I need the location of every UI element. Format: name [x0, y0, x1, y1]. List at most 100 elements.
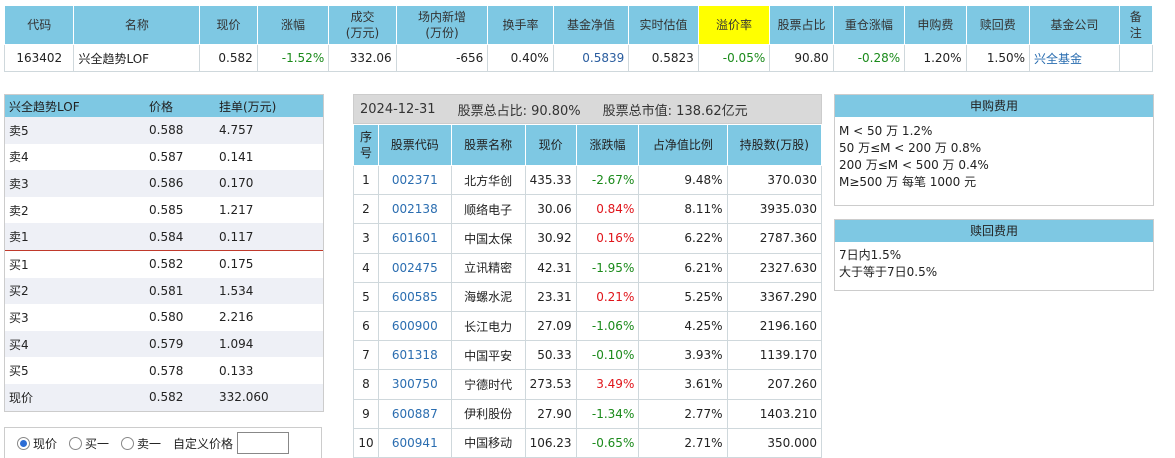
order-amount: 0.175 — [219, 257, 254, 272]
holding-name: 宁德时代 — [450, 369, 526, 400]
col-header-turnover[interactable]: 换手率 — [487, 5, 554, 45]
col-header-code[interactable]: 代码 — [3, 5, 75, 45]
holding-row: 4 002475 立讯精密 42.31 -1.95% 6.21% 2327.630 — [353, 252, 823, 283]
col-header-holdings-change[interactable]: 重仓涨幅 — [832, 5, 906, 45]
fund-code: 163402 — [3, 44, 75, 72]
order-label: 现价 — [9, 390, 34, 405]
col-header-stock-name[interactable]: 股票名称 — [450, 124, 526, 166]
holding-shares: 1403.210 — [726, 398, 823, 429]
holding-row: 8 300750 宁德时代 273.53 3.49% 3.61% 207.260 — [353, 369, 823, 400]
order-book-row: 卖3 0.586 0.170 — [5, 170, 323, 197]
col-header-shares[interactable]: 持股数(万股) — [726, 124, 823, 166]
holding-code-link[interactable]: 600585 — [377, 281, 452, 312]
holding-code-link[interactable]: 002138 — [377, 194, 452, 225]
col-header-sub-fee[interactable]: 申购费 — [904, 5, 967, 45]
holding-name: 长江电力 — [450, 310, 526, 342]
holding-name: 北方华创 — [450, 164, 526, 196]
holding-price: 50.33 — [524, 340, 577, 371]
radio-label-sell-one: 卖一 — [137, 436, 162, 451]
holding-price: 30.92 — [524, 223, 577, 254]
order-book: 兴全趋势LOF 价格 挂单(万元) 卖5 0.588 4.757 卖4 0.587 0.… — [4, 94, 324, 412]
col-header-estimate[interactable]: 实时估值 — [628, 5, 699, 45]
order-price: 0.587 — [149, 149, 184, 164]
col-header-stock-ratio[interactable]: 股票占比 — [769, 5, 834, 45]
holding-shares: 2196.160 — [726, 310, 823, 342]
order-label: 卖1 — [9, 230, 29, 245]
holding-no: 5 — [353, 281, 379, 312]
holding-change: -1.95% — [575, 252, 640, 283]
holding-shares: 2327.630 — [726, 252, 823, 283]
fee-line: M≥500 万 每笔 1000 元 — [839, 175, 977, 189]
fund-change: -1.52% — [256, 44, 330, 72]
holding-name: 中国太保 — [450, 223, 526, 254]
holding-ratio: 8.11% — [638, 194, 728, 225]
order-price: 0.581 — [149, 283, 184, 298]
holding-code-link[interactable]: 002371 — [377, 164, 452, 196]
holding-shares: 3935.030 — [726, 194, 823, 225]
holding-ratio: 4.25% — [638, 310, 728, 342]
holding-no: 9 — [353, 398, 379, 429]
col-header-stock-code[interactable]: 股票代码 — [377, 124, 452, 166]
col-header-note[interactable]: 备 注 — [1118, 5, 1154, 45]
order-label: 卖5 — [9, 123, 29, 138]
holding-code-link[interactable]: 002475 — [377, 252, 452, 283]
holding-name: 海螺水泥 — [450, 281, 526, 312]
holding-ratio: 3.93% — [638, 340, 728, 371]
col-header-company[interactable]: 基金公司 — [1029, 5, 1120, 45]
redemption-fee-title: 赎回费用 — [835, 220, 1153, 242]
custom-price-label: 自定义价格 — [173, 436, 234, 451]
holding-ratio: 9.48% — [638, 164, 728, 196]
holdings-date: 2024-12-31 — [360, 101, 436, 117]
col-header-volume[interactable]: 成交 (万元) — [328, 5, 397, 45]
col-header-stock-change[interactable]: 涨跌幅 — [575, 124, 640, 166]
holding-code-link[interactable]: 600900 — [377, 310, 452, 342]
col-header-nav-ratio[interactable]: 占净值比例 — [638, 124, 728, 166]
subscription-fee-box: 申购费用 M < 50 万 1.2% 50 万≤M < 200 万 0.8% 2… — [834, 94, 1154, 206]
holding-no: 7 — [353, 340, 379, 371]
col-header-premium[interactable]: 溢价率 — [697, 5, 771, 45]
holding-ratio: 6.22% — [638, 223, 728, 254]
custom-price-input[interactable] — [237, 432, 290, 454]
order-amount: 1.534 — [219, 283, 254, 298]
col-header-red-fee[interactable]: 赎回费 — [965, 5, 1031, 45]
order-label: 买1 — [9, 257, 29, 272]
holding-code-link[interactable]: 300750 — [377, 369, 452, 400]
holding-no: 8 — [353, 369, 379, 400]
order-amount: 0.117 — [219, 229, 254, 244]
order-price: 0.588 — [149, 123, 184, 138]
fund-sub-fee: 1.20% — [904, 44, 967, 72]
holding-no: 1 — [353, 164, 379, 196]
order-book-row: 买5 0.578 0.133 — [5, 357, 323, 384]
radio-sell-one[interactable] — [121, 436, 135, 450]
col-header-stock-price[interactable]: 现价 — [524, 124, 577, 166]
col-header-name[interactable]: 名称 — [73, 5, 201, 45]
fund-name: 兴全趋势LOF — [73, 44, 201, 72]
holding-no: 2 — [353, 194, 379, 225]
col-header-new-shares[interactable]: 场内新增 (万份) — [395, 5, 489, 45]
holding-row: 2 002138 顺络电子 30.06 0.84% 8.11% 3935.030 — [353, 194, 823, 225]
holding-price: 42.31 — [524, 252, 577, 283]
col-header-change[interactable]: 涨幅 — [256, 5, 330, 45]
holding-price: 27.90 — [524, 398, 577, 429]
order-amount: 2.216 — [219, 310, 254, 325]
holding-code-link[interactable]: 601318 — [377, 340, 452, 371]
col-header-price[interactable]: 现价 — [199, 5, 258, 45]
radio-current-price[interactable] — [17, 436, 30, 450]
fund-company-link[interactable]: 兴全基金 — [1029, 44, 1120, 72]
radio-buy-one[interactable] — [69, 436, 83, 450]
fee-line: M < 50 万 1.2% — [839, 124, 933, 138]
holding-code-link[interactable]: 601601 — [377, 223, 452, 254]
order-label: 买3 — [9, 310, 29, 325]
holding-row: 5 600585 海螺水泥 23.31 0.21% 5.25% 3367.290 — [353, 281, 823, 312]
holding-code-link[interactable]: 600887 — [377, 398, 452, 429]
order-price: 0.578 — [149, 363, 184, 378]
order-label: 卖2 — [9, 203, 29, 218]
order-price: 0.582 — [149, 390, 184, 405]
holding-change: -1.34% — [575, 398, 640, 429]
holding-row: 1 002371 北方华创 435.33 -2.67% 9.48% 370.030 — [353, 164, 823, 196]
col-header-nav[interactable]: 基金净值 — [552, 5, 630, 45]
col-header-no[interactable]: 序 号 — [353, 124, 379, 166]
fee-line: 大于等于7日0.5% — [839, 265, 938, 279]
holding-price: 273.53 — [524, 369, 577, 400]
fund-volume: 332.06 — [328, 44, 397, 72]
